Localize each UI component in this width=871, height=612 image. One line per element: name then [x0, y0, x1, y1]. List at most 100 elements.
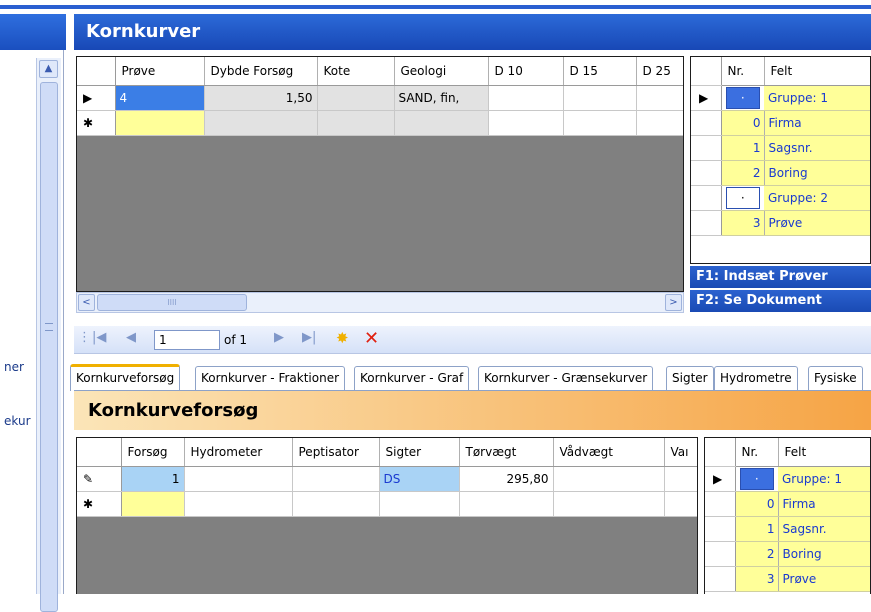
f2-view-document-button[interactable]: F2: Se Dokument — [690, 290, 871, 312]
felt-col-felt[interactable]: Felt — [764, 57, 870, 86]
forsog-grid[interactable]: Forsøg Hydrometer Peptisator Sigter Tørv… — [76, 437, 698, 594]
list-item[interactable]: 1 Sagsnr. — [705, 516, 870, 542]
scroll-thumb[interactable] — [40, 82, 58, 612]
felt-value[interactable]: Boring — [778, 541, 870, 567]
cell-hydrometer[interactable] — [184, 466, 293, 492]
list-item[interactable]: 0 Firma — [705, 491, 870, 517]
list-item[interactable]: 3 Prøve — [691, 210, 870, 236]
cell-vaadvaegt[interactable] — [553, 466, 665, 492]
cell-new-va[interactable] — [664, 491, 697, 517]
cell-new-dybde[interactable] — [204, 110, 318, 136]
left-item-1[interactable]: ner — [4, 360, 24, 374]
cell-new-kote[interactable] — [317, 110, 395, 136]
list-item[interactable]: 0 Firma — [691, 110, 870, 136]
cell-d25[interactable] — [636, 85, 683, 111]
top-grid-hscrollbar[interactable]: < IIII > — [76, 292, 684, 313]
current-row-icon[interactable]: ▶ — [77, 85, 116, 111]
table-row[interactable]: ✎ 1 DS 295,80 — [77, 466, 697, 492]
cell-geologi[interactable]: SAND, fin, — [394, 85, 489, 111]
col-header-d25[interactable]: D 25 — [636, 57, 683, 86]
cell-d10[interactable] — [488, 85, 564, 111]
tab-kornkurveforsog[interactable]: Kornkurveforsøg — [70, 364, 181, 391]
felt-value[interactable]: Sagsnr. — [764, 135, 870, 161]
cell-new-vaadvaegt[interactable] — [553, 491, 665, 517]
cell-new-sigter[interactable] — [379, 491, 460, 517]
cell-new-d25[interactable] — [636, 110, 683, 136]
cell-kote[interactable] — [317, 85, 395, 111]
new-row[interactable]: ✱ — [77, 110, 683, 136]
left-scrollbar[interactable]: ▲ — [36, 58, 61, 612]
list-item[interactable]: 2 Boring — [691, 160, 870, 186]
scroll-right-icon[interactable]: > — [665, 294, 682, 311]
col-header-d10[interactable]: D 10 — [488, 57, 564, 86]
cell-peptisator[interactable] — [292, 466, 380, 492]
cell-va[interactable] — [664, 466, 697, 492]
table-row[interactable]: ▶ 4 1,50 SAND, fin, — [77, 85, 683, 111]
col-header-vaadvaegt[interactable]: Vådvægt — [553, 438, 665, 467]
felt-value[interactable]: Firma — [764, 110, 870, 136]
tab-graf[interactable]: Kornkurver - Graf — [354, 366, 470, 390]
felt-value[interactable]: Sagsnr. — [778, 516, 870, 542]
felt-panel-bottom[interactable]: Nr. Felt ▶ · Gruppe: 1 0 Firma 1 Sagsnr.… — [704, 437, 871, 594]
scroll-left-icon[interactable]: < — [78, 294, 95, 311]
list-item[interactable]: 3 Prøve — [705, 566, 870, 592]
first-record-icon[interactable]: |◀ — [92, 330, 106, 345]
next-record-icon[interactable]: ▶ — [274, 330, 284, 345]
col-header-d15[interactable]: D 15 — [563, 57, 637, 86]
cell-sigter[interactable]: DS — [379, 466, 460, 492]
col-header-sigter[interactable]: Sigter — [379, 438, 460, 467]
new-row[interactable]: ✱ — [77, 491, 697, 517]
list-item[interactable]: ▶ · Gruppe: 1 — [691, 85, 870, 111]
cell-new-hydrometer[interactable] — [184, 491, 293, 517]
col-header-torvaegt[interactable]: Tørvægt — [459, 438, 554, 467]
cell-d15[interactable] — [563, 85, 637, 111]
delete-record-icon[interactable]: ✕ — [364, 328, 379, 349]
felt-col-felt[interactable]: Felt — [778, 438, 870, 467]
cell-new-prove[interactable] — [115, 110, 205, 136]
left-item-2[interactable]: ekur — [4, 414, 31, 428]
felt-value[interactable]: Prøve — [778, 566, 870, 592]
col-header-hydrometer[interactable]: Hydrometer — [184, 438, 293, 467]
cell-new-d15[interactable] — [563, 110, 637, 136]
col-header-kote[interactable]: Kote — [317, 57, 395, 86]
tab-fysiske[interactable]: Fysiske — [808, 366, 863, 390]
cell-new-torvaegt[interactable] — [459, 491, 554, 517]
col-header-geologi[interactable]: Geologi — [394, 57, 489, 86]
col-header-forsog[interactable]: Forsøg — [121, 438, 185, 467]
cell-prove[interactable]: 4 — [115, 85, 205, 111]
cell-torvaegt[interactable]: 295,80 — [459, 466, 554, 492]
proever-grid[interactable]: Prøve Dybde Forsøg Kote Geologi D 10 D 1… — [76, 56, 684, 292]
cell-new-d10[interactable] — [488, 110, 564, 136]
col-header-peptisator[interactable]: Peptisator — [292, 438, 380, 467]
tab-graensekurver[interactable]: Kornkurver - Grænsekurver — [478, 366, 654, 390]
felt-panel-top[interactable]: Nr. Felt ▶ · Gruppe: 1 0 Firma 1 Sagsnr.… — [690, 56, 871, 264]
felt-col-nr[interactable]: Nr. — [721, 57, 765, 86]
record-number-input[interactable] — [154, 330, 220, 350]
felt-value[interactable]: Gruppe: 1 — [778, 466, 870, 492]
col-header-dybde[interactable]: Dybde Forsøg — [204, 57, 318, 86]
felt-col-nr[interactable]: Nr. — [735, 438, 779, 467]
felt-value[interactable]: Prøve — [764, 210, 870, 236]
felt-value[interactable]: Firma — [778, 491, 870, 517]
cell-new-peptisator[interactable] — [292, 491, 380, 517]
felt-value[interactable]: Boring — [764, 160, 870, 186]
hscroll-thumb[interactable]: IIII — [97, 294, 247, 311]
cell-dybde[interactable]: 1,50 — [204, 85, 318, 111]
tab-fraktioner[interactable]: Kornkurver - Fraktioner — [195, 366, 346, 390]
new-record-icon[interactable]: ✸ — [336, 329, 349, 347]
col-header-va[interactable]: Vaı — [664, 438, 697, 467]
prev-record-icon[interactable]: ◀ — [126, 330, 136, 345]
cell-forsog[interactable]: 1 — [121, 466, 185, 492]
last-record-icon[interactable]: ▶| — [302, 330, 316, 345]
felt-value[interactable]: Gruppe: 1 — [764, 85, 870, 111]
list-item[interactable]: 2 Boring — [705, 541, 870, 567]
list-item[interactable]: 1 Sagsnr. — [691, 135, 870, 161]
col-header-prove[interactable]: Prøve — [115, 57, 205, 86]
tab-sigter[interactable]: Sigter — [666, 366, 714, 390]
tab-hydrometre[interactable]: Hydrometre — [714, 366, 798, 390]
f1-insert-samples-button[interactable]: F1: Indsæt Prøver — [690, 266, 871, 288]
cell-new-forsog[interactable] — [121, 491, 185, 517]
list-item[interactable]: ▶ · Gruppe: 1 — [705, 466, 870, 492]
felt-value[interactable]: Gruppe: 2 — [764, 185, 870, 211]
scroll-up-icon[interactable]: ▲ — [39, 60, 58, 78]
